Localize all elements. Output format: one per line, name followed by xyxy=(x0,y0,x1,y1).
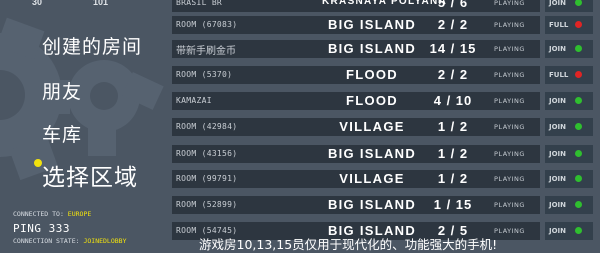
connection-state-label: CONNECTION STATE: xyxy=(13,237,80,245)
status-light-red-icon xyxy=(575,71,582,78)
selected-indicator-dot xyxy=(34,159,42,167)
room-status: PLAYING xyxy=(494,97,525,105)
status-light-green-icon xyxy=(575,150,582,157)
status-light-green-icon xyxy=(575,45,582,52)
room-info-panel: ROOM (67083) BIG ISLAND 2 / 2 PLAYING xyxy=(172,16,540,34)
room-player-count: 1 / 2 xyxy=(437,119,469,134)
ping-label: PING xyxy=(13,222,42,235)
menu-garage[interactable]: 车库 xyxy=(42,120,82,147)
status-light-green-icon xyxy=(575,175,582,182)
room-action-label: JOIN xyxy=(549,0,567,7)
room-info-panel: KAMAZAI FLOOD 4 / 10 PLAYING xyxy=(172,92,540,110)
room-row: ROOM (42984) VILLAGE 1 / 2 PLAYING JOIN xyxy=(172,118,593,136)
connection-info: CONNECTED TO: EUROPE xyxy=(13,210,91,218)
room-action-label: JOIN xyxy=(549,150,567,158)
room-join-button[interactable]: JOIN xyxy=(545,92,593,110)
room-action-label: FULL xyxy=(549,21,569,29)
room-full-button[interactable]: FULL xyxy=(545,16,593,34)
room-name: ROOM (42984) xyxy=(176,122,238,131)
status-light-green-icon xyxy=(575,227,582,234)
room-status: PLAYING xyxy=(494,150,525,158)
room-status: PLAYING xyxy=(494,123,525,131)
room-row: ROOM (99791) VILLAGE 1 / 2 PLAYING JOIN xyxy=(172,170,593,188)
room-map: BIG ISLAND xyxy=(327,41,417,56)
room-info-panel: ROOM (99791) VILLAGE 1 / 2 PLAYING xyxy=(172,170,540,188)
menu-create-room[interactable]: 创建的房间 xyxy=(42,32,142,59)
connected-region-value: EUROPE xyxy=(67,210,92,218)
room-map: FLOOD xyxy=(346,67,398,82)
room-player-count: 5 / 6 xyxy=(437,0,469,10)
room-status: PLAYING xyxy=(494,0,525,7)
connection-state-value: JOINEDLOBBY xyxy=(83,237,127,245)
room-player-count: 2 / 2 xyxy=(437,17,469,32)
room-map: KRASNAYA POLYANA xyxy=(322,0,448,7)
room-name: BRASIL BR xyxy=(176,0,223,7)
room-action-label: JOIN xyxy=(549,201,567,209)
room-map: FLOOD xyxy=(346,93,398,108)
room-name: 带新手刷金币 xyxy=(176,46,236,57)
room-player-count: 4 / 10 xyxy=(433,93,473,108)
room-status: PLAYING xyxy=(494,21,525,29)
room-player-count: 1 / 15 xyxy=(433,197,473,212)
status-light-red-icon xyxy=(575,21,582,28)
room-info-panel: ROOM (5370) FLOOD 2 / 2 PLAYING xyxy=(172,66,540,84)
room-status: PLAYING xyxy=(494,71,525,79)
room-row: ROOM (52899) BIG ISLAND 1 / 15 PLAYING JOIN xyxy=(172,196,593,214)
status-light-green-icon xyxy=(575,0,582,6)
status-light-green-icon xyxy=(575,97,582,104)
room-info-panel: ROOM (42984) VILLAGE 1 / 2 PLAYING xyxy=(172,118,540,136)
room-status: PLAYING xyxy=(494,175,525,183)
room-name: ROOM (99791) xyxy=(176,174,238,183)
room-name: ROOM (5370) xyxy=(176,70,233,79)
room-row: KAMAZAI FLOOD 4 / 10 PLAYING JOIN xyxy=(172,92,593,110)
room-map: VILLAGE xyxy=(339,119,405,134)
room-status: PLAYING xyxy=(494,45,525,53)
top-partial-label-b: 101 xyxy=(93,0,109,7)
room-map: BIG ISLAND xyxy=(327,197,417,212)
room-action-label: JOIN xyxy=(549,45,567,53)
room-player-count: 1 / 2 xyxy=(437,171,469,186)
room-row: ROOM (67083) BIG ISLAND 2 / 2 PLAYING FULL xyxy=(172,16,593,34)
room-join-button[interactable]: JOIN xyxy=(545,40,593,58)
room-map: VILLAGE xyxy=(339,171,405,186)
menu-friends[interactable]: 朋友 xyxy=(42,77,82,104)
connection-state-info: CONNECTION STATE: JOINEDLOBBY xyxy=(13,237,127,245)
room-player-count: 2 / 2 xyxy=(437,67,469,82)
room-info-panel: BRASIL BR KRASNAYA POLYANA 5 / 6 PLAYING xyxy=(172,0,540,12)
room-map: BIG ISLAND xyxy=(327,17,417,32)
room-name: ROOM (43156) xyxy=(176,149,238,158)
status-light-green-icon xyxy=(575,201,582,208)
room-status: PLAYING xyxy=(494,201,525,209)
room-join-button[interactable]: JOIN xyxy=(545,0,593,12)
room-join-button[interactable]: JOIN xyxy=(545,196,593,214)
room-info-panel: ROOM (43156) BIG ISLAND 1 / 2 PLAYING xyxy=(172,145,540,163)
room-name: KAMAZAI xyxy=(176,96,212,105)
room-row: ROOM (5370) FLOOD 2 / 2 PLAYING FULL xyxy=(172,66,593,84)
room-action-label: JOIN xyxy=(549,97,567,105)
room-row: ROOM (43156) BIG ISLAND 1 / 2 PLAYING JOIN xyxy=(172,145,593,163)
footer-note: 游戏房10,13,15员仅用于现代化的、功能强大的手机! xyxy=(199,237,498,252)
room-full-button[interactable]: FULL xyxy=(545,66,593,84)
room-row: 带新手刷金币 BIG ISLAND 14 / 15 PLAYING JOIN xyxy=(172,40,593,58)
room-action-label: JOIN xyxy=(549,175,567,183)
room-row: BRASIL BR KRASNAYA POLYANA 5 / 6 PLAYING JOI… xyxy=(172,0,593,12)
room-action-label: FULL xyxy=(549,71,569,79)
room-action-label: JOIN xyxy=(549,123,567,131)
room-info-panel: 带新手刷金币 BIG ISLAND 14 / 15 PLAYING xyxy=(172,40,540,58)
room-player-count: 1 / 2 xyxy=(437,146,469,161)
room-name: ROOM (52899) xyxy=(176,200,238,209)
room-player-count: 14 / 15 xyxy=(429,41,477,56)
room-name: ROOM (67083) xyxy=(176,20,238,29)
room-map: BIG ISLAND xyxy=(327,146,417,161)
status-light-green-icon xyxy=(575,123,582,130)
ping-value: 333 xyxy=(48,222,70,235)
menu-select-region[interactable]: 选择区域 xyxy=(42,158,138,192)
ping-info: PING 333 xyxy=(13,222,70,235)
connected-to-label: CONNECTED TO: xyxy=(13,210,64,218)
room-join-button[interactable]: JOIN xyxy=(545,170,593,188)
room-info-panel: ROOM (52899) BIG ISLAND 1 / 15 PLAYING xyxy=(172,196,540,214)
room-join-button[interactable]: JOIN xyxy=(545,118,593,136)
room-join-button[interactable]: JOIN xyxy=(545,145,593,163)
top-partial-label-a: 30 xyxy=(32,0,43,7)
